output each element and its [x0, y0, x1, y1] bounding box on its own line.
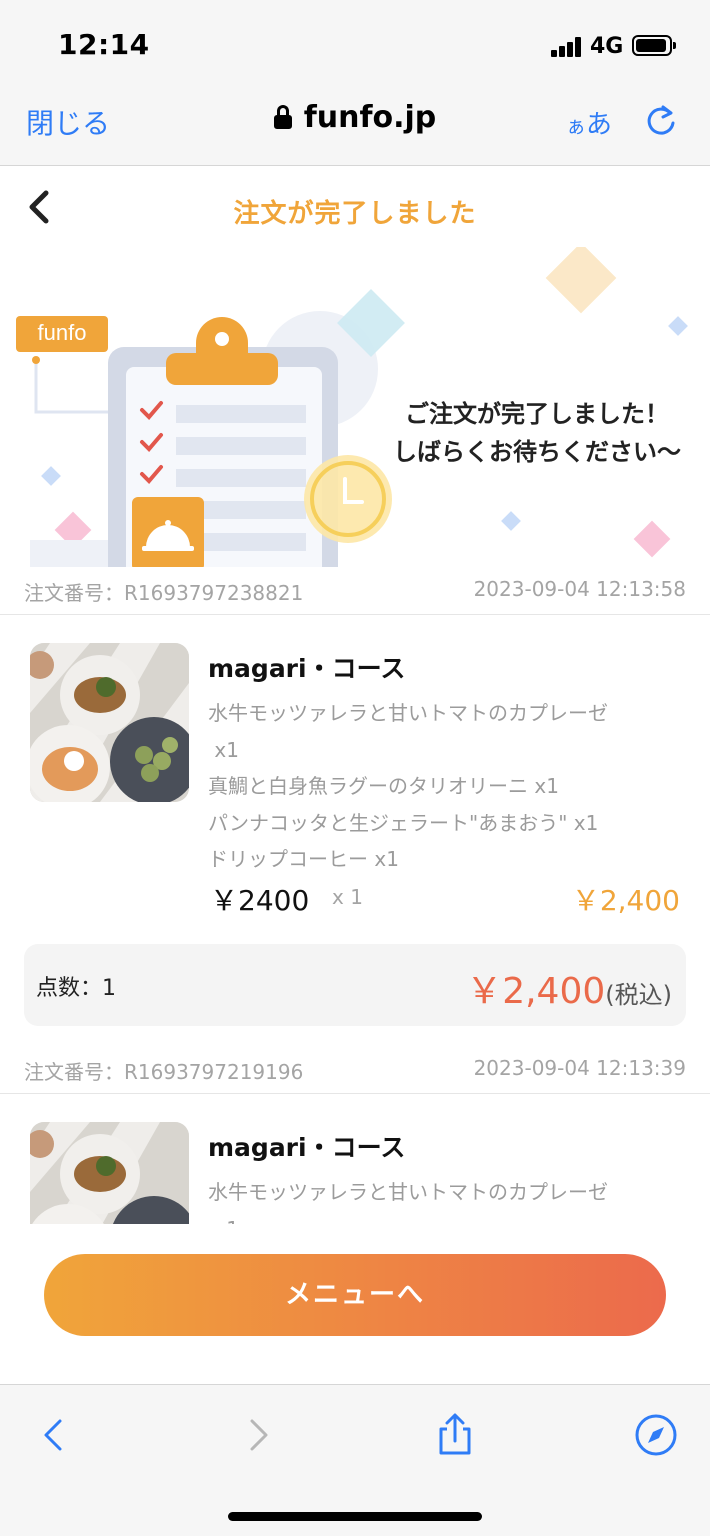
order-summary: 点数：1 ￥2,400(税込) [24, 944, 686, 1026]
cta-area: メニューへ [0, 1224, 710, 1384]
signal-icon [551, 37, 583, 57]
item-name: magari・コース [208, 1133, 406, 1162]
order-item: magari・コース 水牛モッツァレラと甘いトマトのカプレーゼ x1 [0, 1094, 710, 1224]
course-line: x1 [208, 1211, 668, 1225]
chevron-left-icon[interactable] [32, 1413, 76, 1457]
battery-icon [632, 35, 676, 56]
course-line: パンナコッタと生ジェラート"あまおう" x1 [208, 810, 599, 835]
food-photo [30, 643, 189, 802]
status-bar: 12:14 4G [0, 0, 710, 86]
order-meta: 注文番号：R1693797219196 2023-09-04 12:13:39 [0, 1046, 710, 1094]
home-indicator [228, 1512, 482, 1521]
course-line: x1 [208, 737, 239, 762]
food-photo [30, 1122, 189, 1224]
item-price: ￥2400 [210, 884, 310, 917]
reload-icon[interactable] [644, 104, 678, 138]
status-time: 12:14 [58, 28, 150, 61]
order-total: ￥2,400(税込) [466, 971, 672, 1012]
item-course-list: 水牛モッツァレラと甘いトマトのカプレーゼ x1 真鯛と白身魚ラグーのタリオリーニ… [208, 695, 668, 878]
url-text: funfo.jp [303, 100, 437, 135]
menu-button[interactable]: メニューへ [44, 1254, 666, 1336]
lock-icon [273, 105, 292, 129]
order-time: 2023-09-04 12:13:39 [473, 1056, 686, 1080]
hero-message: ご注文が完了しました！ しばらくお待ちください〜 [393, 400, 681, 466]
text-size-button[interactable]: ぁあ [566, 104, 612, 141]
item-quantity: x 1 [332, 885, 363, 909]
network-type: 4G [590, 34, 624, 59]
order-item: magari・コース 水牛モッツァレラと甘いトマトのカプレーゼ x1 真鯛と白身… [0, 615, 710, 944]
browser-header: 閉じる funfo.jp ぁあ [0, 86, 710, 166]
order-time: 2023-09-04 12:13:58 [473, 577, 686, 601]
share-icon[interactable] [433, 1413, 477, 1457]
hero-banner: funfo ご注文が完了しました！ しばらくお待ちください〜 [0, 247, 710, 567]
order-number: 注文番号：R1693797219196 [24, 1060, 304, 1084]
item-name: magari・コース [208, 654, 406, 683]
page-title: 注文が完了しました [233, 199, 477, 229]
item-course-list: 水牛モッツァレラと甘いトマトのカプレーゼ x1 [208, 1174, 668, 1224]
course-line: ドリップコーヒー x1 [208, 847, 399, 871]
page-header: 注文が完了しました [0, 167, 710, 247]
item-count: 点数：1 [36, 976, 116, 1001]
tax-label: (税込) [605, 981, 672, 1009]
course-line: 水牛モッツァレラと甘いトマトのカプレーゼ [208, 701, 608, 725]
compass-icon[interactable] [634, 1413, 678, 1457]
brand-tag: funfo [16, 316, 108, 352]
chevron-right-icon[interactable] [236, 1413, 280, 1457]
course-line: 真鯛と白身魚ラグーのタリオリーニ x1 [208, 774, 559, 798]
order-number: 注文番号：R1693797238821 [24, 581, 304, 605]
course-line: 水牛モッツァレラと甘いトマトのカプレーゼ [208, 1180, 608, 1204]
item-subtotal: ￥2,400 [571, 884, 680, 917]
order-meta: 注文番号：R1693797238821 2023-09-04 12:13:58 [0, 567, 710, 615]
browser-toolbar [0, 1384, 710, 1536]
